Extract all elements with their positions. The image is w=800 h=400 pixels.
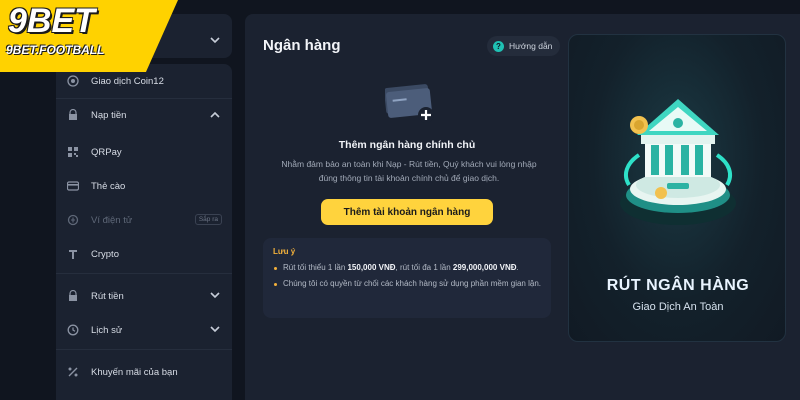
sidebar-item-label: Thẻ cào	[91, 180, 126, 192]
chevron-down-icon	[210, 325, 220, 336]
add-bank-title: Thêm ngân hàng chính chủ	[338, 139, 476, 151]
sidebar-item-qrpay[interactable]: QRPay	[56, 135, 232, 169]
sidebar-item-label: Nạp tiền	[91, 109, 127, 121]
add-bank-description: Nhằm đảm bảo an toàn khi Nạp - Rút tiền,…	[281, 159, 537, 183]
coin-icon	[66, 75, 79, 88]
sidebar-item-history[interactable]: Lịch sử	[56, 313, 232, 347]
guide-button[interactable]: ? Hướng dẫn	[487, 36, 561, 56]
withdraw-icon	[66, 290, 79, 303]
brand-logo[interactable]: 9BET 9BET.FOOTBALL	[0, 0, 178, 72]
note-list: Rút tối thiểu 1 lần 150,000 VNĐ, rút tối…	[273, 262, 541, 290]
note-text: .	[516, 263, 519, 272]
sidebar-item-deposit[interactable]: Nạp tiền	[56, 98, 232, 132]
chevron-down-icon	[210, 291, 220, 302]
chevron-up-icon	[210, 110, 220, 121]
sidebar-item-ewallet[interactable]: Ví điện tử Sắp ra	[56, 203, 232, 237]
divider	[56, 349, 232, 350]
sidebar-item-scratch-card[interactable]: Thẻ cào	[56, 169, 232, 203]
promo-title: RÚT NGÂN HÀNG	[606, 277, 750, 294]
card-icon	[66, 180, 79, 193]
sidebar-item-label: Lịch sử	[91, 324, 123, 336]
note-item-fraud: Chúng tôi có quyền từ chối các khách hàn…	[273, 278, 541, 290]
min-amount: 150,000 VNĐ	[347, 263, 396, 272]
qr-icon	[66, 146, 79, 159]
note-item-limits: Rút tối thiểu 1 lần 150,000 VNĐ, rút tối…	[273, 262, 541, 274]
divider	[56, 273, 232, 274]
note-text: , rút tối đa 1 lần	[395, 263, 453, 272]
logo-wordmark: 9BET	[8, 2, 95, 40]
logo-domain: 9BET.FOOTBALL	[6, 43, 105, 57]
wallet-icon	[66, 109, 79, 122]
add-bank-account-button[interactable]: Thêm tài khoản ngân hàng	[321, 199, 493, 225]
guide-label: Hướng dẫn	[509, 41, 553, 51]
promo-subtitle: Giao Dịch An Toàn	[632, 301, 724, 313]
chevron-down-icon	[210, 31, 220, 49]
withdraw-note: Lưu ý Rút tối thiểu 1 lần 150,000 VNĐ, r…	[263, 238, 551, 318]
sidebar-item-withdraw[interactable]: Rút tiền	[56, 279, 232, 313]
bank-building-illustration	[620, 99, 736, 225]
sidebar-item-label: Khuyến mãi của bạn	[91, 366, 178, 378]
sidebar-item-label: QRPay	[91, 146, 122, 158]
promo-card: RÚT NGÂN HÀNG Giao Dịch An Toàn	[568, 34, 786, 342]
history-icon	[66, 324, 79, 337]
note-title: Lưu ý	[273, 247, 296, 256]
bank-card-add-illustration	[384, 84, 437, 131]
sidebar-menu: Giao dịch Coin12 Nạp tiền QRPay Thẻ cào …	[56, 64, 232, 400]
max-amount: 299,000,000 VNĐ	[452, 263, 517, 272]
page-title: Ngân hàng	[263, 37, 341, 54]
ewallet-icon	[66, 214, 79, 227]
sidebar-item-label: Giao dịch Coin12	[91, 75, 164, 87]
sidebar-item-promotions[interactable]: Khuyến mãi của bạn	[56, 355, 232, 389]
note-text: Rút tối thiểu 1 lần	[283, 263, 348, 272]
question-icon: ?	[493, 40, 504, 52]
promo-icon	[66, 366, 79, 379]
crypto-icon	[66, 248, 79, 261]
coming-soon-badge: Sắp ra	[194, 214, 222, 225]
sidebar-item-label: Crypto	[91, 248, 119, 260]
sidebar-item-label: Rút tiền	[91, 290, 124, 302]
sidebar-item-crypto[interactable]: Crypto	[56, 237, 232, 271]
sidebar-item-label: Ví điện tử	[91, 214, 133, 226]
